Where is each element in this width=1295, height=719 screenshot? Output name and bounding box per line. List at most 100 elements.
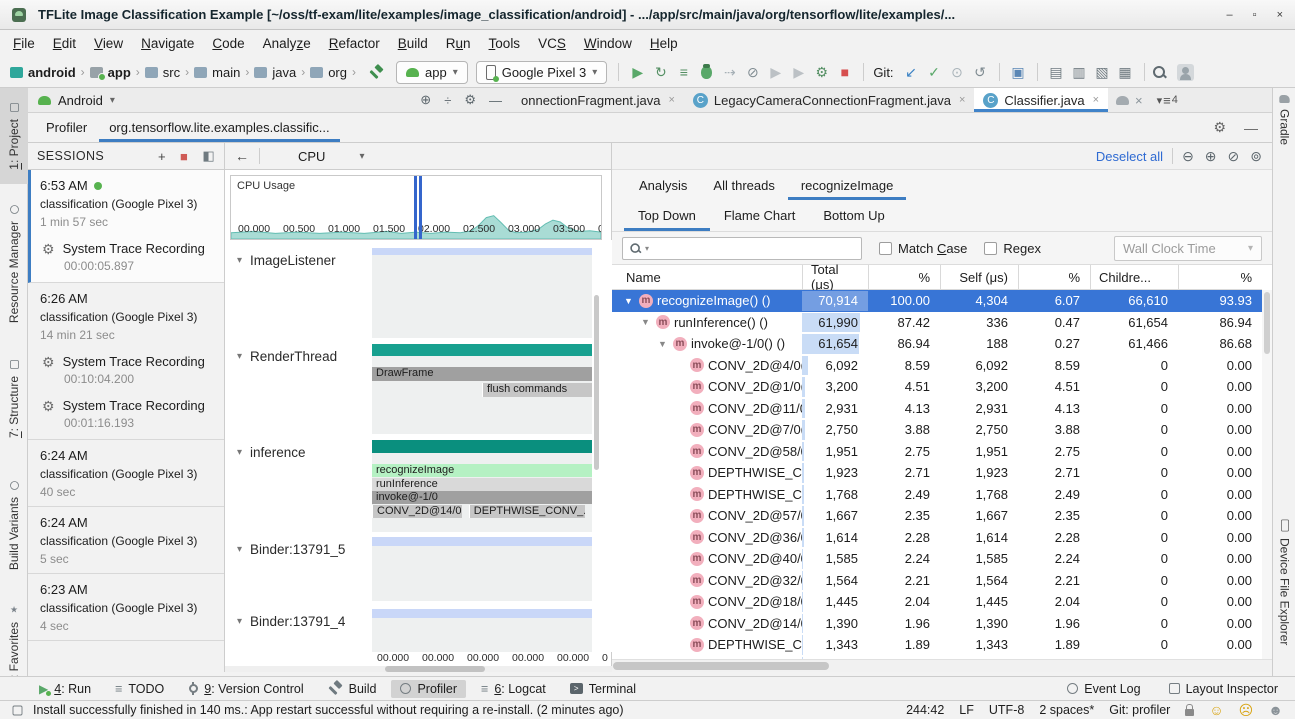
thread-label[interactable]: ▾ImageListener — [237, 253, 336, 268]
menu-vcs[interactable]: VCS — [529, 33, 575, 54]
hide-icon[interactable]: — — [489, 93, 502, 108]
menu-analyze[interactable]: Analyze — [254, 33, 320, 54]
zoom-out-icon[interactable]: ⊖ — [1182, 148, 1194, 165]
menu-help[interactable]: Help — [641, 33, 687, 54]
minimize-icon[interactable]: — — [1244, 120, 1258, 136]
table-row[interactable]: mDEPTHWISE_CONV_2D1,3431.891,3431.8900.0… — [612, 634, 1262, 656]
status-indent-style[interactable]: 2 spaces* — [1039, 703, 1094, 717]
build-hammer-icon[interactable] — [369, 65, 384, 80]
tab-recognizeimage[interactable]: recognizeImage — [788, 170, 907, 200]
sidebar-item-device-file-explorer[interactable]: Device File Explorer — [1273, 518, 1295, 668]
toolwindow-button-profiler[interactable]: Profiler — [391, 680, 466, 698]
status-caret-position[interactable]: 244:42 — [906, 703, 944, 717]
sidebar-item-1-project[interactable]: 1: Project — [0, 88, 28, 184]
expand-arrow-icon[interactable]: ▼ — [622, 296, 635, 306]
trace-event-bar[interactable]: CONV_2D@14/0 — [372, 505, 462, 518]
table-row[interactable]: mCONV_2D@18/0()1,4452.041,4452.0400.00 — [612, 591, 1262, 613]
toolwindow-button-event-log[interactable]: Event Log — [1058, 680, 1149, 698]
toolwindow-button-4-run[interactable]: ▶4: Run — [30, 680, 100, 698]
thread-state-bar[interactable] — [372, 248, 592, 255]
session-item[interactable]: 6:26 AMclassification (Google Pixel 3)14… — [28, 283, 224, 440]
toolwindow-button-6-logcat[interactable]: ≡6: Logcat — [472, 680, 555, 698]
column-header-3[interactable]: Self (μs) — [940, 265, 1018, 289]
thread-track-binder-13791-5[interactable] — [372, 537, 592, 601]
selection-marker[interactable] — [414, 176, 417, 239]
table-row[interactable]: mDEPTHWISE_CONV_2D1,9232.711,9232.7100.0… — [612, 462, 1262, 484]
zoom-to-selection-icon[interactable]: ⊚ — [1250, 148, 1262, 165]
clock-type-dropdown[interactable]: Wall Clock Time ▾ — [1114, 236, 1262, 261]
session-item[interactable]: 6:53 AMclassification (Google Pixel 3)1 … — [28, 170, 224, 283]
menu-build[interactable]: Build — [389, 33, 437, 54]
expand-panel-icon[interactable]: ◧ — [202, 148, 215, 164]
table-vertical-scrollbar[interactable] — [1262, 290, 1272, 659]
sidebar-item-build-variants[interactable]: Build Variants — [0, 466, 28, 584]
deselect-all-link[interactable]: Deselect all — [1096, 149, 1163, 164]
thread-label[interactable]: ▾inference — [237, 445, 306, 460]
selection-marker[interactable] — [419, 176, 422, 239]
toolwindow-button-terminal[interactable]: >Terminal — [561, 680, 645, 698]
sidebar-item-resource-manager[interactable]: Resource Manager — [0, 194, 28, 334]
column-header-1[interactable]: Total (μs) — [802, 265, 868, 289]
search-options-caret-icon[interactable]: ▾ — [645, 244, 649, 253]
session-item[interactable]: 6:24 AMclassification (Google Pixel 3)5 … — [28, 507, 224, 574]
breadcrumb-main[interactable]: main — [194, 65, 240, 80]
search-box[interactable]: ▾ — [622, 237, 862, 260]
run-disabled-icon[interactable]: ▶ — [787, 64, 810, 80]
match-case-option[interactable]: Match Case — [879, 241, 967, 256]
status-git-branch[interactable]: Git: profiler — [1109, 703, 1170, 717]
status-line-separator[interactable]: LF — [959, 703, 974, 717]
trace-event-bar[interactable]: flush commands — [482, 383, 592, 397]
expand-arrow-icon[interactable]: ▼ — [639, 317, 652, 327]
subtab-top-down[interactable]: Top Down — [624, 200, 710, 231]
apply-changes-icon[interactable]: ↻ — [649, 64, 672, 80]
profiler-session-tab[interactable]: org.tensorflow.lite.examples.classific..… — [99, 113, 339, 142]
attach-profiler-icon[interactable]: ⚙ — [810, 64, 833, 80]
subtab-bottom-up[interactable]: Bottom Up — [809, 200, 898, 231]
editor-tab-classifier-java[interactable]: CClassifier.java× — [974, 88, 1108, 112]
thread-track-inference[interactable]: recognizeImagerunInferenceinvoke@-1/0CON… — [372, 440, 592, 532]
table-row[interactable]: mCONV_2D@40/0()1,5852.241,5852.2400.00 — [612, 548, 1262, 570]
table-row[interactable]: mCONV_2D@7/0()2,7503.882,7503.8800.00 — [612, 419, 1262, 441]
session-item[interactable]: 6:23 AMclassification (Google Pixel 3)4 … — [28, 574, 224, 641]
run-icon[interactable]: ▶ — [626, 64, 649, 80]
debug-icon[interactable] — [695, 66, 718, 79]
match-case-checkbox[interactable] — [879, 242, 892, 255]
reset-zoom-icon[interactable]: ⊘ — [1228, 148, 1240, 165]
breadcrumb-org[interactable]: org — [310, 65, 347, 80]
scrollbar-thumb[interactable] — [385, 666, 485, 672]
minimize-window-button[interactable]: – — [1227, 9, 1233, 21]
git-commit-icon[interactable]: ✓ — [923, 64, 946, 80]
profiler-type-selector[interactable]: CPU ▾ — [298, 149, 364, 164]
collapse-all-icon[interactable]: ÷ — [444, 93, 451, 108]
toolwindow-button-todo[interactable]: ≡TODO — [106, 680, 173, 698]
breadcrumb-java[interactable]: java — [254, 65, 296, 80]
maximize-window-button[interactable]: ▫ — [1253, 9, 1257, 21]
settings-icon[interactable]: ⚙ — [1213, 119, 1226, 136]
breadcrumb-app[interactable]: app — [90, 65, 131, 80]
timeline-vertical-scrollbar[interactable] — [594, 295, 599, 470]
locate-file-icon[interactable]: ⊕ — [420, 92, 431, 108]
thread-track-binder-13791-4[interactable] — [372, 609, 592, 652]
column-header-6[interactable]: % — [1178, 265, 1262, 289]
thread-label[interactable]: ▾Binder:13791_5 — [237, 542, 345, 557]
trace-recording-item[interactable]: ⚙System Trace Recording — [40, 398, 216, 413]
expand-arrow-icon[interactable]: ▼ — [656, 339, 669, 349]
menu-view[interactable]: View — [85, 33, 132, 54]
session-item[interactable]: 6:24 AMclassification (Google Pixel 3)40… — [28, 440, 224, 507]
thread-label[interactable]: ▾Binder:13791_4 — [237, 614, 345, 629]
column-header-name[interactable]: Name — [612, 265, 802, 289]
menu-code[interactable]: Code — [203, 33, 253, 54]
trace-recording-item[interactable]: ⚙System Trace Recording — [40, 241, 216, 256]
table-row[interactable]: mCONV_2D@57/0()1,6672.351,6672.3500.00 — [612, 505, 1262, 527]
regex-option[interactable]: Regex — [984, 241, 1041, 256]
menu-run[interactable]: Run — [437, 33, 480, 54]
thread-state-bar[interactable] — [372, 537, 592, 546]
table-row[interactable]: ▼mrunInference() ()61,99087.423360.4761,… — [612, 312, 1262, 334]
tab-analysis[interactable]: Analysis — [626, 170, 700, 200]
stop-recording-icon[interactable]: ■ — [180, 149, 188, 164]
column-header-5[interactable]: Childre... — [1090, 265, 1178, 289]
status-file-encoding[interactable]: UTF-8 — [989, 703, 1024, 717]
thread-label[interactable]: ▾RenderThread — [237, 349, 337, 364]
table-row[interactable]: mCONV_2D@32/0()1,5642.211,5642.2100.00 — [612, 570, 1262, 592]
column-header-4[interactable]: % — [1018, 265, 1090, 289]
